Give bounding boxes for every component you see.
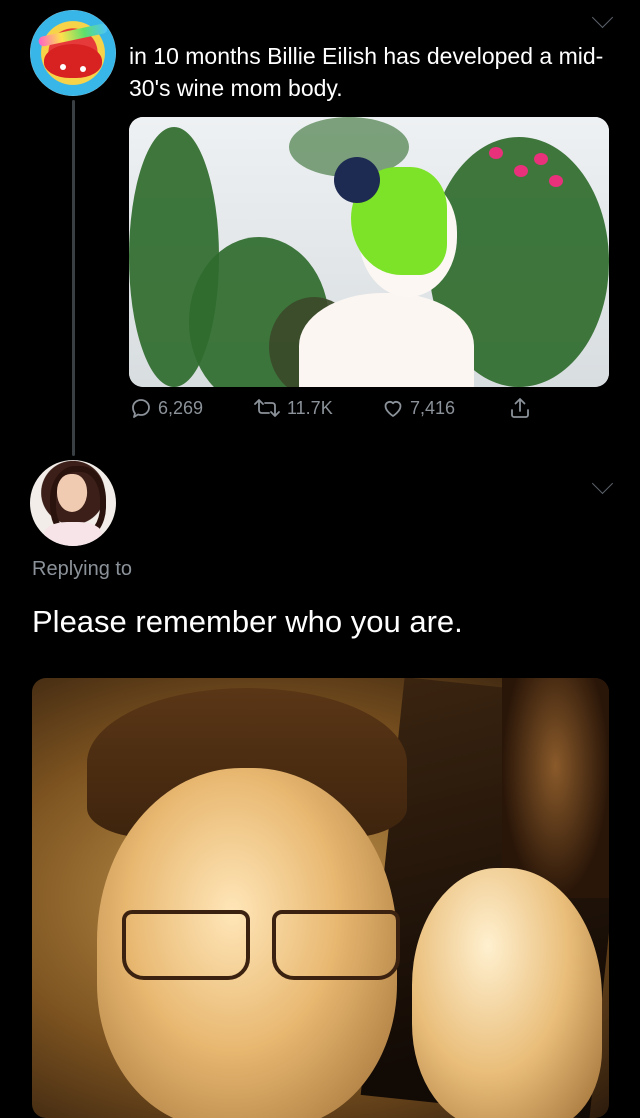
retweet-button[interactable]: 11.7K: [252, 396, 333, 420]
reply-author-avatar[interactable]: [30, 460, 116, 546]
reply-media-photo[interactable]: [32, 678, 609, 1118]
author-avatar[interactable]: [30, 10, 116, 96]
photo-flower: [534, 153, 548, 165]
tweet-media-photo[interactable]: [129, 117, 609, 387]
like-count: 7,416: [410, 397, 456, 418]
photo-person-hand: [412, 868, 602, 1118]
reply-more-chevron-down-icon[interactable]: [591, 472, 614, 495]
reply-button[interactable]: 6,269: [129, 396, 203, 420]
tweet-actions: 6,269 11.7K 7,416: [129, 396, 549, 430]
share-button[interactable]: [508, 396, 532, 420]
retweet-count: 11.7K: [287, 397, 333, 418]
avatar-eye: [60, 64, 66, 70]
photo-shade: [502, 678, 609, 898]
avatar-eye: [80, 66, 86, 72]
replying-to-label: Replying to: [32, 558, 133, 580]
avatar-face: [57, 474, 87, 512]
avatar-blob: [44, 44, 102, 78]
photo-person-body: [299, 293, 474, 387]
reply-icon: [132, 399, 150, 418]
share-icon: [511, 398, 529, 418]
reply-count: 6,269: [158, 397, 204, 418]
photo-glasses-right: [272, 910, 400, 980]
like-button[interactable]: 7,416: [381, 396, 455, 420]
photo-glasses-left: [122, 910, 250, 980]
retweet-icon: [254, 399, 280, 417]
heart-icon: [384, 400, 402, 417]
tweet-text: in 10 months Billie Eilish has developed…: [129, 43, 604, 101]
photo-flower: [514, 165, 528, 177]
photo-flower: [489, 147, 503, 159]
avatar-dress: [44, 522, 102, 546]
reply-text: Please remember who you are.: [32, 604, 463, 639]
photo-flower: [549, 175, 563, 187]
tweet-more-chevron-down-icon[interactable]: [591, 6, 614, 29]
photo-person-bun: [334, 157, 380, 203]
thread-line: [72, 100, 75, 456]
